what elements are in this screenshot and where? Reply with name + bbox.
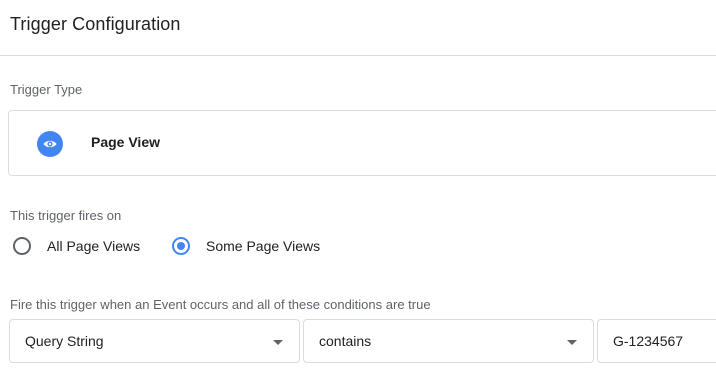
operator-select-value: contains (319, 333, 372, 349)
value-input[interactable]: G-1234567 (597, 319, 716, 363)
value-input-text: G-1234567 (613, 333, 684, 349)
chevron-down-icon (273, 340, 283, 345)
chevron-down-icon (567, 340, 577, 345)
operator-select[interactable]: contains (303, 319, 594, 363)
trigger-type-label: Trigger Type (10, 82, 83, 97)
radio-dot (177, 242, 185, 250)
panel-header: Trigger Configuration (0, 0, 716, 56)
conditions-label: Fire this trigger when an Event occurs a… (10, 297, 431, 312)
trigger-type-name: Page View (91, 134, 161, 150)
radio-label-all-page-views: All Page Views (47, 238, 141, 254)
trigger-type-card[interactable]: Page View (8, 110, 716, 176)
variable-select-value: Query String (25, 333, 104, 349)
variable-select[interactable]: Query String (9, 319, 300, 363)
radio-checked-icon (172, 237, 190, 255)
radio-unchecked-icon (13, 237, 31, 255)
eye-icon (37, 131, 63, 157)
radio-label-some-page-views: Some Page Views (206, 238, 321, 254)
page-title: Trigger Configuration (10, 14, 181, 34)
fires-on-label: This trigger fires on (10, 208, 122, 223)
